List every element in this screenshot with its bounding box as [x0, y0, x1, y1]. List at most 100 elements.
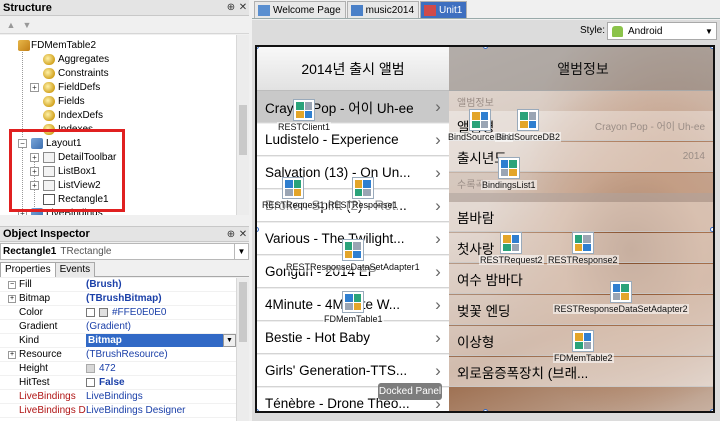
- property-value[interactable]: (Brush): [86, 278, 236, 292]
- component-restresponse2[interactable]: RESTResponse2: [547, 232, 619, 265]
- component-restrequest2[interactable]: RESTRequest2: [479, 232, 544, 265]
- arrow-down-icon[interactable]: ▼: [20, 19, 34, 31]
- component-bindsourcedb2[interactable]: BindSourceDB2: [495, 109, 562, 142]
- pin-icon[interactable]: ⊕: [225, 229, 237, 240]
- resize-handle[interactable]: [257, 409, 259, 411]
- property-row[interactable]: + Bitmap (TBrushBitmap): [0, 292, 236, 306]
- chevron-down-icon[interactable]: ▼: [234, 244, 248, 259]
- structure-scrollbar[interactable]: [236, 35, 249, 215]
- property-icon: [43, 95, 55, 107]
- expand-icon[interactable]: +: [30, 82, 39, 92]
- property-row[interactable]: + Resource (TBrushResource): [0, 348, 236, 362]
- property-name-text: Kind: [19, 335, 40, 346]
- editor-tab[interactable]: Unit1: [420, 1, 468, 18]
- expand-icon[interactable]: +: [8, 350, 16, 359]
- docked-panel-label[interactable]: Docked Panel: [378, 383, 442, 400]
- component-restclient1[interactable]: RESTClient1: [277, 99, 332, 132]
- component-label: RESTResponse1: [327, 200, 399, 210]
- component-restresponsedataset1[interactable]: RESTResponseDataSetAdapter1: [285, 239, 421, 272]
- tree-node-label: Constraints: [58, 67, 109, 79]
- collapse-icon[interactable]: −: [8, 280, 16, 289]
- component-restrequest1[interactable]: RESTRequest1: [261, 177, 326, 210]
- tree-node[interactable]: −FDMemTable2: [18, 38, 96, 52]
- structure-panel-header: Structure ⊕ ✕: [0, 0, 249, 16]
- component-icon: [282, 177, 305, 199]
- tab-properties[interactable]: Properties: [0, 262, 56, 277]
- highlight-box: [9, 129, 125, 212]
- property-row[interactable]: LiveBindings LiveBindings: [0, 390, 236, 404]
- component-restresponsedataset2[interactable]: RESTResponseDataSetAdapter2: [553, 281, 689, 314]
- album-list-item[interactable]: Bestie - Hot Baby ›: [257, 322, 449, 354]
- expand-icon[interactable]: +: [8, 294, 16, 303]
- property-row[interactable]: − Fill (Brush): [0, 278, 236, 292]
- property-value[interactable]: False: [86, 376, 236, 390]
- chevron-down-icon[interactable]: ▼: [702, 27, 716, 36]
- tree-node[interactable]: Fields: [30, 94, 85, 108]
- style-select[interactable]: Android ▼: [607, 22, 717, 40]
- property-row[interactable]: Height 472: [0, 362, 236, 376]
- close-icon[interactable]: ✕: [237, 229, 249, 240]
- track-list-item[interactable]: 봄바람: [449, 202, 713, 232]
- tree-node[interactable]: IndexDefs: [30, 108, 103, 122]
- component-icon: [293, 99, 316, 121]
- property-grid[interactable]: − Fill (Brush) + Bitmap (TBrushBitmap) Color #F…: [0, 278, 236, 421]
- component-selector[interactable]: Rectangle1 TRectangle ▼: [0, 243, 249, 260]
- property-value[interactable]: 472: [86, 362, 236, 376]
- component-restresponse1[interactable]: RESTResponse1: [327, 177, 399, 210]
- component-fdmemtable1[interactable]: FDMemTable1: [323, 291, 384, 324]
- component-bindingslist1[interactable]: BindingsList1: [481, 157, 537, 190]
- property-value[interactable]: (TBrushResource): [86, 348, 236, 362]
- tree-node[interactable]: + FieldDefs: [30, 80, 100, 94]
- chevron-right-icon: ›: [435, 327, 441, 347]
- resize-handle[interactable]: [483, 409, 488, 411]
- chevron-down-icon[interactable]: ▼: [223, 334, 236, 347]
- kind-value[interactable]: Bitmap: [86, 334, 223, 347]
- section-separator: [449, 193, 713, 202]
- tree-node-label: Aggregates: [58, 53, 110, 65]
- property-value[interactable]: LiveBindings: [86, 390, 236, 404]
- property-icon: [43, 109, 55, 121]
- track-title: 외로움증폭장치 (브래...: [457, 365, 589, 381]
- editor-tab[interactable]: music2014: [346, 1, 419, 18]
- album-title: Ludistelo - Experience: [265, 132, 399, 147]
- property-value[interactable]: Bitmap ▼: [86, 333, 236, 348]
- form-canvas[interactable]: 2014년 출시 앨범 앨범정보 Crayon Pop - 어이 Uh-ee › L…: [255, 45, 715, 413]
- component-icon: [572, 330, 595, 352]
- checkbox[interactable]: [86, 378, 95, 387]
- close-icon[interactable]: ✕: [237, 2, 249, 13]
- inspector-scrollbar[interactable]: [236, 278, 249, 421]
- property-value[interactable]: (TBrushBitmap): [86, 292, 236, 306]
- editor-tab[interactable]: Welcome Page: [254, 1, 346, 18]
- component-fdmemtable2[interactable]: FDMemTable2: [553, 330, 614, 363]
- inspector-tabs: Properties Events: [0, 262, 249, 277]
- chevron-right-icon: ›: [435, 195, 441, 215]
- property-name: Height: [0, 363, 86, 374]
- checkbox[interactable]: [86, 308, 95, 317]
- property-row[interactable]: Gradient (Gradient): [0, 320, 236, 334]
- property-row[interactable]: Kind Bitmap ▼: [0, 333, 236, 348]
- property-name-text: Height: [19, 363, 48, 374]
- property-name-text: Gradient: [19, 321, 58, 332]
- property-row[interactable]: Color #FFE0E0E0: [0, 306, 236, 320]
- property-row[interactable]: HitTest False: [0, 376, 236, 390]
- arrow-up-icon[interactable]: ▲: [4, 19, 18, 31]
- chevron-right-icon: ›: [435, 261, 441, 281]
- property-row[interactable]: LiveBindings DesigLiveBindings Designer: [0, 404, 236, 418]
- tab-events[interactable]: Events: [54, 262, 96, 277]
- track-title: 봄바람: [457, 210, 495, 226]
- pin-icon[interactable]: ⊕: [225, 2, 237, 13]
- tree-node-label: FieldDefs: [58, 81, 101, 93]
- property-value[interactable]: LiveBindings Designer: [86, 404, 236, 418]
- resize-handle[interactable]: [710, 409, 713, 411]
- property-value[interactable]: (Gradient): [86, 320, 236, 334]
- inspector-scrollbar-thumb[interactable]: [239, 282, 247, 342]
- tree-node[interactable]: Constraints: [30, 66, 109, 80]
- resize-handle[interactable]: [710, 47, 713, 49]
- tree-node[interactable]: Aggregates: [30, 52, 109, 66]
- property-value-text: (Brush): [86, 279, 122, 290]
- structure-scrollbar-thumb[interactable]: [239, 105, 247, 155]
- property-value[interactable]: #FFE0E0E0: [86, 306, 236, 320]
- album-title: Bestie - Hot Baby: [265, 330, 371, 345]
- resize-handle[interactable]: [710, 227, 713, 232]
- component-label: FDMemTable2: [553, 353, 614, 363]
